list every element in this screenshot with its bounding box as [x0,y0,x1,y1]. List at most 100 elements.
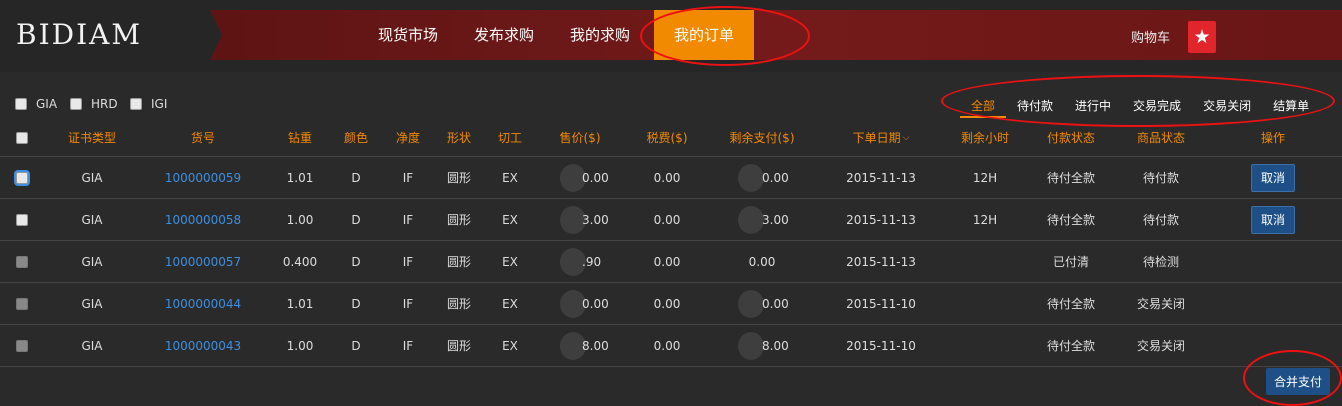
col-remaining-pay: 剩余支付($) [729,131,795,145]
goods-status: 待付款 [1142,213,1179,227]
star-icon[interactable]: ★ [1188,21,1216,53]
pay-status: 待付全款 [1046,171,1095,185]
carat: 0.400 [282,254,318,269]
price: 8.00 [582,338,609,353]
cut: EX [502,170,518,185]
hours-left: 12H [972,212,998,227]
order-date: 2015-11-13 [846,170,916,185]
cert-type: GIA [81,254,103,269]
hours-left [950,325,1020,366]
cert-type: GIA [81,212,103,227]
col-hours-left: 剩余小时 [960,131,1009,145]
col-cut: 切工 [497,131,522,145]
select-all-checkbox[interactable] [16,131,28,144]
tax: 0.00 [653,254,681,269]
clarity: IF [402,170,414,185]
col-order-date[interactable]: 下单日期 ⌵ [836,119,926,156]
tab-closed[interactable]: 交易关闭 [1192,96,1262,116]
sku-link[interactable]: 1000000044 [160,283,246,324]
carat: 1.01 [286,170,314,185]
tax: 0.00 [653,296,681,311]
sku-link[interactable]: 1000000058 [160,199,246,240]
tab-all[interactable]: 全部 [960,96,1007,118]
row-checkbox[interactable] [16,255,28,268]
cancel-button[interactable]: 取消 [1251,163,1295,192]
col-clarity: 净度 [395,131,420,145]
pay-status: 已付清 [1052,255,1089,269]
table-row: GIA 1000000058 1.00 D IF 圆形 EX 3.00 0.00… [0,199,1342,241]
remaining-pay: 0.00 [762,170,789,185]
filter-igi[interactable]: IGI [130,97,167,111]
col-goods-status: 商品状态 [1136,131,1185,145]
sku-link[interactable]: 1000000057 [160,241,246,282]
shape: 圆形 [446,213,471,227]
row-checkbox[interactable] [16,213,28,226]
row-checkbox[interactable] [16,297,28,310]
cancel-button[interactable]: 取消 [1251,205,1295,234]
color: D [351,212,361,227]
sku-link[interactable]: 1000000043 [160,325,246,366]
redaction-blur [738,164,764,192]
filter-hrd[interactable]: HRD [70,97,118,111]
cut: EX [502,338,518,353]
redaction-blur [738,332,764,360]
order-date: 2015-11-10 [846,338,916,353]
nav-publish-request[interactable]: 发布求购 [456,10,552,60]
color: D [351,338,361,353]
row-checkbox[interactable] [16,339,28,352]
filter-hrd-label: HRD [91,97,118,111]
cart-link[interactable]: 购物车 [1131,27,1170,46]
nav-my-orders[interactable]: 我的订单 [654,10,755,60]
table-header-row: 证书类型 货号 钻重 颜色 净度 形状 切工 售价($) 税费($) 剩余支付(… [0,119,1342,157]
col-order-date-label: 下单日期 [852,131,901,145]
status-tabs: 全部 待付款 进行中 交易完成 交易关闭 结算单 [960,96,1320,118]
remaining-pay: 8.00 [762,338,789,353]
merge-pay-button[interactable]: 合并支付 [1266,368,1330,395]
col-color: 颜色 [343,131,368,145]
remaining-pay: 3.00 [762,212,789,227]
nav-spot-market[interactable]: 现货市场 [360,10,456,60]
hours-left: 12H [972,170,998,185]
tab-statements[interactable]: 结算单 [1262,96,1320,116]
col-sku: 货号 [190,131,215,145]
price: 0.00 [582,170,609,185]
clarity: IF [402,296,414,311]
carat: 1.01 [286,296,314,311]
nav-my-requests[interactable]: 我的求购 [552,10,648,60]
col-shape: 形状 [446,131,471,145]
filter-gia-checkbox[interactable] [15,98,27,110]
cut: EX [502,254,518,269]
sku-link[interactable]: 1000000059 [160,157,246,198]
col-tax: 税费($) [646,131,688,145]
table-row: GIA 1000000057 0.400 D IF 圆形 EX .90 0.00… [0,241,1342,283]
color: D [351,254,361,269]
goods-status: 交易关闭 [1136,297,1185,311]
hours-left [950,283,1020,324]
order-date: 2015-11-10 [846,296,916,311]
price: 0.00 [582,296,609,311]
row-checkbox[interactable] [16,171,28,184]
filter-gia[interactable]: GIA [15,97,57,111]
price: .90 [582,254,602,269]
price: 3.00 [582,212,609,227]
col-carat: 钻重 [287,131,312,145]
filter-hrd-checkbox[interactable] [70,98,82,110]
cert-type: GIA [81,170,103,185]
cut: EX [502,296,518,311]
top-header: BIDIAM 现货市场 发布求购 我的求购 我的订单 购物车 ★ [0,0,1342,72]
filter-igi-checkbox[interactable] [130,98,142,110]
orders-table: 证书类型 货号 钻重 颜色 净度 形状 切工 售价($) 税费($) 剩余支付(… [0,119,1342,367]
tab-completed[interactable]: 交易完成 [1122,96,1192,116]
brand-logo[interactable]: BIDIAM [16,18,142,51]
carat: 1.00 [286,212,314,227]
main-nav: 现货市场 发布求购 我的求购 我的订单 [360,10,755,60]
shape: 圆形 [446,297,471,311]
filter-gia-label: GIA [36,97,58,111]
tab-pending-payment[interactable]: 待付款 [1006,96,1064,116]
order-date: 2015-11-13 [846,212,916,227]
cert-type: GIA [81,296,103,311]
pay-status: 待付全款 [1046,339,1095,353]
tab-in-progress[interactable]: 进行中 [1064,96,1122,116]
redaction-blur [738,290,764,318]
shape: 圆形 [446,339,471,353]
